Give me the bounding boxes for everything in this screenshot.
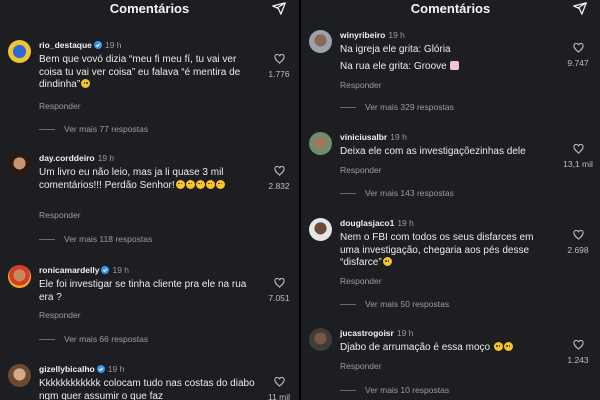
heart-icon[interactable] [273, 166, 285, 176]
reply-button[interactable]: Responder [340, 165, 382, 175]
username[interactable]: gizellybicalho [39, 364, 95, 374]
avatar[interactable] [309, 30, 332, 53]
emoji-icon [493, 342, 503, 351]
avatar[interactable] [8, 364, 31, 387]
comment-meta: rio_destaque 19 h [39, 40, 121, 50]
like-button[interactable]: 7.051 [259, 278, 299, 303]
emoji-icon [185, 179, 195, 189]
like-count: 1.243 [567, 355, 589, 365]
heart-icon[interactable] [273, 54, 285, 64]
reply-button[interactable]: Responder [39, 210, 81, 220]
timestamp: 19 h [97, 153, 115, 163]
timestamp: 19 h [390, 132, 407, 142]
like-count: 11 mil [267, 392, 291, 400]
username[interactable]: ronicamardelly [39, 265, 99, 275]
avatar[interactable] [8, 40, 31, 63]
heart-icon[interactable] [273, 377, 285, 387]
comments-header: Comentários [0, 0, 299, 22]
username[interactable]: douglasjaco1 [340, 218, 394, 228]
comments-title: Comentários [410, 1, 491, 16]
reply-button[interactable]: Responder [39, 101, 81, 111]
timestamp: 19 h [107, 364, 125, 374]
like-button[interactable]: 13,1 mil [558, 144, 598, 169]
comment-text: Ele foi investigar se tinha cliente pra … [39, 279, 247, 303]
emoji-icon [175, 179, 185, 189]
emoji-icon [382, 257, 392, 266]
reply-button[interactable]: Responder [340, 276, 382, 286]
comment-text: Deixa ele com as investigaçõezinhas dele [340, 146, 526, 157]
avatar[interactable] [8, 265, 31, 288]
comments-title: Comentários [109, 1, 190, 16]
comment-meta: winyribeiro 19 h [340, 30, 405, 40]
view-replies-button[interactable]: Ver mais 143 respostas [340, 188, 454, 198]
comment-meta: gizellybicalho 19 h [39, 364, 124, 374]
comment-text: Nem o FBI com todos os seus disfarces em… [340, 232, 534, 268]
comment-text: Na igreja ele grita: Glória Na rua ele gr… [340, 44, 555, 73]
like-count: 2.832 [268, 181, 290, 191]
heart-icon[interactable] [572, 340, 584, 350]
like-button[interactable]: 2.832 [259, 166, 299, 191]
view-replies-button[interactable]: Ver mais 77 respostas [39, 124, 148, 134]
timestamp: 19 h [388, 30, 405, 40]
emoji-icon [503, 342, 513, 351]
like-button[interactable]: 1.243 [558, 340, 598, 365]
verified-badge-icon [101, 266, 110, 274]
send-icon[interactable] [572, 1, 588, 16]
username[interactable]: winyribeiro [340, 30, 385, 40]
comment-meta: ronicamardelly 19 h [39, 265, 129, 275]
heart-icon[interactable] [572, 144, 584, 154]
comment-meta: day.corddeiro 19 h [39, 153, 114, 163]
verified-badge-icon [96, 365, 105, 373]
like-button[interactable]: 1.776 [259, 54, 299, 79]
comments-panel-right: Comentários winyribeiro 19 h Na igreja el… [301, 0, 600, 400]
reply-button[interactable]: Responder [39, 310, 81, 320]
comment-meta: douglasjaco1 19 h [340, 218, 414, 228]
emoji-icon [195, 179, 205, 189]
view-replies-button[interactable]: Ver mais 10 respostas [340, 385, 449, 395]
comments-panel-left: Comentários rio_destaque 19 h Bem que vov… [0, 0, 299, 400]
timestamp: 19 h [397, 218, 414, 228]
like-button[interactable]: 11 mil [259, 377, 299, 400]
avatar[interactable] [309, 328, 332, 351]
view-replies-button[interactable]: Ver mais 118 respostas [39, 234, 152, 244]
like-button[interactable]: 9.747 [558, 43, 598, 68]
comment-meta: viniciusalbr 19 h [340, 132, 407, 142]
heart-icon[interactable] [572, 230, 584, 240]
emoji-icon [205, 179, 215, 189]
heart-icon[interactable] [273, 278, 285, 288]
timestamp: 19 h [112, 265, 130, 275]
username[interactable]: jucastrogoisr [340, 328, 394, 338]
reply-button[interactable]: Responder [340, 361, 382, 371]
like-button[interactable]: 2.698 [558, 230, 598, 255]
like-count: 9.747 [567, 58, 589, 68]
timestamp: 19 h [396, 328, 414, 338]
comment-text: Bem que vovó dizia “meu fi meu fí, tu va… [39, 54, 241, 90]
emoji-icon [215, 179, 225, 189]
username[interactable]: viniciusalbr [340, 132, 387, 142]
view-replies-button[interactable]: Ver mais 66 respostas [39, 334, 148, 344]
emoji-icon [81, 79, 91, 88]
heart-icon[interactable] [572, 43, 584, 53]
avatar[interactable] [8, 153, 31, 176]
avatar[interactable] [309, 218, 332, 241]
avatar[interactable] [309, 132, 332, 155]
like-count: 7.051 [268, 293, 290, 303]
comment-meta: jucastrogoisr 19 h [340, 328, 413, 338]
comment-text: Um livro eu não leio, mas ja li quase 3 … [39, 167, 225, 191]
hand-emoji-icon [449, 60, 459, 70]
timestamp: 19 h [104, 40, 122, 50]
like-count: 2.698 [567, 245, 589, 255]
send-icon[interactable] [271, 1, 287, 16]
reply-button[interactable]: Responder [340, 80, 382, 90]
username[interactable]: rio_destaque [39, 40, 92, 50]
view-replies-button[interactable]: Ver mais 50 respostas [340, 299, 449, 309]
comments-header: Comentários [301, 0, 600, 22]
verified-badge-icon [93, 41, 102, 49]
like-count: 1.776 [268, 69, 290, 79]
username[interactable]: day.corddeiro [39, 153, 95, 163]
comment-text: Kkkkkkkkkkkk colocam tudo nas costas do … [39, 378, 255, 400]
comment-text: Djabo de arrumação é essa moço [340, 342, 555, 355]
view-replies-button[interactable]: Ver mais 329 respostas [340, 102, 454, 112]
like-count: 13,1 mil [563, 159, 593, 169]
